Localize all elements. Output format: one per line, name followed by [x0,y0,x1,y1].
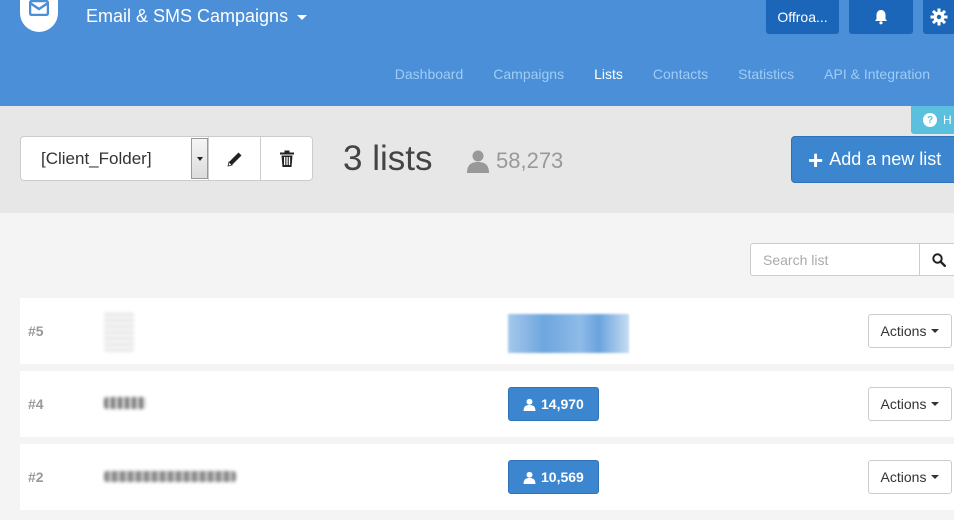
user-icon [523,398,536,411]
main-nav: Dashboard Campaigns Lists Contacts Stati… [365,66,930,82]
list-count: 3 lists [343,139,433,178]
chevron-down-icon [297,14,308,20]
top-header: Email & SMS Campaigns Offroa... Dashboar… [0,0,954,106]
chevron-down-icon [931,329,940,333]
bell-icon [875,10,887,25]
list-name-redacted[interactable] [104,312,254,352]
list-id: #4 [28,396,44,412]
question-icon: ? [923,113,937,127]
actions-label: Actions [880,469,927,485]
nav-statistics[interactable]: Statistics [738,66,794,82]
account-button[interactable]: Offroa... [766,0,839,34]
plus-icon: + [808,144,824,175]
nav-contacts[interactable]: Contacts [653,66,708,82]
contact-total: 58,273 [466,148,563,174]
folder-select[interactable]: [Client_Folder] [20,136,209,181]
folder-toolbar: [Client_Folder] [20,136,313,181]
help-label: H [943,113,952,127]
folder-select-value: [Client_Folder] [41,149,152,168]
list-row[interactable]: #4 14,970 Actions [20,371,954,437]
add-list-button[interactable]: + Add a new list [791,136,954,183]
envelope-logo-icon [29,0,49,16]
trash-icon [279,150,294,167]
search-input[interactable] [750,243,920,276]
user-icon [467,150,489,173]
list-count-badge-redacted [508,314,629,353]
account-label: Offroa... [777,9,828,25]
gear-icon [930,8,948,26]
notifications-button[interactable] [849,0,913,34]
nav-campaigns[interactable]: Campaigns [493,66,564,82]
chevron-down-icon [931,402,940,406]
add-list-label: Add a new list [829,149,942,169]
nav-api-integration[interactable]: API & Integration [824,66,930,82]
actions-label: Actions [880,396,927,412]
list-actions-button[interactable]: Actions [868,460,952,494]
list-count-value: 10,569 [541,469,584,485]
list-id: #2 [28,469,44,485]
list-count-badge[interactable]: 10,569 [508,460,599,494]
search-icon [932,252,946,267]
list-id: #5 [28,323,44,339]
actions-label: Actions [880,323,927,339]
list-name-redacted[interactable] [104,389,254,419]
help-tab[interactable]: ? H [911,106,954,134]
nav-lists[interactable]: Lists [594,66,623,82]
list-row[interactable]: #5 Actions [20,298,954,364]
nav-dashboard[interactable]: Dashboard [395,66,464,82]
settings-button[interactable] [923,0,954,34]
search-button[interactable] [919,243,954,276]
app-logo[interactable] [20,0,58,32]
list-count-badge[interactable]: 14,970 [508,387,599,421]
delete-folder-button[interactable] [261,136,313,181]
dropdown-arrow-icon[interactable] [191,138,208,179]
chevron-down-icon [931,475,940,479]
list-row[interactable]: #2 10,569 Actions [20,444,954,510]
app-title-label: Email & SMS Campaigns [86,6,289,26]
list-count-value: 14,970 [541,396,584,412]
list-name-redacted[interactable] [104,462,254,492]
user-icon [523,471,536,484]
app-switcher[interactable]: Email & SMS Campaigns [86,6,308,27]
list-actions-button[interactable]: Actions [868,314,952,348]
list-actions-button[interactable]: Actions [868,387,952,421]
pencil-icon [226,152,241,167]
edit-folder-button[interactable] [209,136,261,181]
contact-total-value: 58,273 [496,148,564,173]
